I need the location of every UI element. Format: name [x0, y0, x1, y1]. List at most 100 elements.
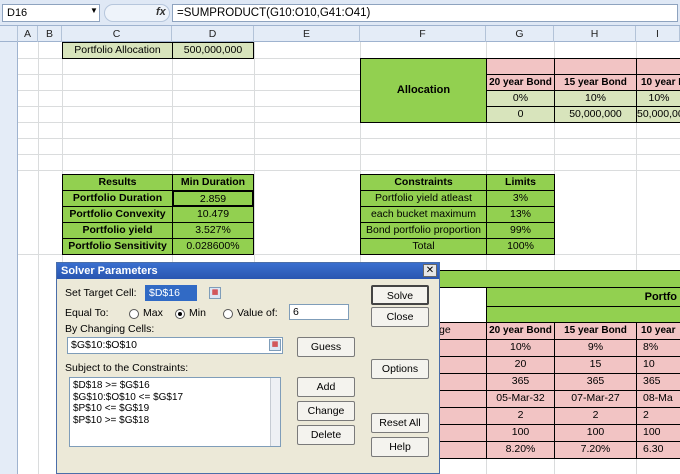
lower-label-fragment[interactable]: ge: [436, 322, 487, 340]
column-header[interactable]: F: [360, 26, 486, 42]
help-button[interactable]: Help: [371, 437, 429, 457]
delete-button[interactable]: Delete: [297, 425, 355, 445]
lower-table-cell[interactable]: 07-Mar-27: [554, 390, 637, 408]
value-of-input[interactable]: 6: [289, 304, 349, 320]
bond-header[interactable]: 15 year Bond: [554, 74, 637, 91]
max-radio[interactable]: [129, 309, 139, 319]
changing-cells-input[interactable]: $G$10:$O$10: [67, 337, 283, 354]
lower-table-cell[interactable]: 365: [554, 373, 637, 391]
result-label[interactable]: Portfolio Duration: [62, 190, 173, 207]
chevron-down-icon[interactable]: ▼: [90, 6, 98, 15]
result-label[interactable]: Portfolio Convexity: [62, 206, 173, 223]
range-picker-icon[interactable]: ▦: [269, 339, 281, 351]
column-header[interactable]: G: [486, 26, 554, 42]
fx-icon[interactable]: fx: [156, 6, 166, 18]
select-all-corner[interactable]: [0, 26, 18, 42]
bond-header-blank[interactable]: [486, 58, 555, 75]
min-duration-header[interactable]: Min Duration: [172, 174, 254, 191]
lower-table-cell[interactable]: 2: [486, 407, 555, 425]
constraints-list[interactable]: $D$18 >= $G$16 $G$10:$O$10 <= $G$17 $P$1…: [69, 377, 281, 447]
portfolio-allocation-label[interactable]: Portfolio Allocation: [62, 42, 173, 59]
name-box[interactable]: D16: [2, 4, 100, 22]
portfolio-top-band[interactable]: [436, 270, 680, 288]
lower-row-label-cell[interactable]: [436, 390, 487, 408]
column-header[interactable]: E: [254, 26, 360, 42]
bond-header[interactable]: 20 year Bond: [486, 74, 555, 91]
set-target-input[interactable]: $D$16: [145, 285, 197, 301]
portfolio-allocation-value[interactable]: 500,000,000: [172, 42, 254, 59]
lower-table-cell[interactable]: 2: [636, 407, 680, 425]
lower-table-cell[interactable]: 100: [486, 424, 555, 442]
result-value-selected[interactable]: 2.859: [172, 190, 254, 207]
column-header[interactable]: H: [554, 26, 636, 42]
lower-table-cell[interactable]: 9%: [554, 339, 637, 357]
reset-all-button[interactable]: Reset All: [371, 413, 429, 433]
column-header[interactable]: B: [38, 26, 62, 42]
lower-table-cell[interactable]: 15: [554, 356, 637, 374]
result-label[interactable]: Portfolio Sensitivity: [62, 238, 173, 255]
lower-table-cell[interactable]: 10%: [486, 339, 555, 357]
bond-header-blank[interactable]: [636, 58, 680, 75]
column-header[interactable]: D: [172, 26, 254, 42]
lower-table-cell[interactable]: 7.20%: [554, 441, 637, 459]
change-button[interactable]: Change: [297, 401, 355, 421]
column-header[interactable]: A: [18, 26, 38, 42]
allocation-pct-cell[interactable]: 0%: [486, 90, 555, 107]
value-of-radio[interactable]: [223, 309, 233, 319]
lower-table-cell[interactable]: 100: [554, 424, 637, 442]
constraint-value[interactable]: 3%: [486, 190, 555, 207]
lower-row-label-cell[interactable]: [436, 424, 487, 442]
limits-header[interactable]: Limits: [486, 174, 555, 191]
add-button[interactable]: Add: [297, 377, 355, 397]
constraint-value[interactable]: 100%: [486, 238, 555, 255]
allocation-amount-cell[interactable]: 50,000,000: [554, 106, 637, 123]
lower-table-cell[interactable]: 100: [636, 424, 680, 442]
allocation-pct-cell[interactable]: 10%: [554, 90, 637, 107]
lower-row-label-cell[interactable]: [436, 373, 487, 391]
lower-table-cell[interactable]: 365: [636, 373, 680, 391]
portfolio-header[interactable]: Portfo: [486, 287, 680, 307]
constraint-label[interactable]: Total: [360, 238, 487, 255]
guess-button[interactable]: Guess: [297, 337, 355, 357]
bond-header[interactable]: 10 year Bond: [636, 74, 680, 91]
constraint-value[interactable]: 99%: [486, 222, 555, 239]
constraint-label[interactable]: each bucket maximum: [360, 206, 487, 223]
lower-bond-header[interactable]: 15 year Bond: [554, 322, 637, 340]
row-header-bar[interactable]: [0, 42, 18, 474]
lower-table-cell[interactable]: 10: [636, 356, 680, 374]
lower-table-cell[interactable]: 2: [554, 407, 637, 425]
constraint-item[interactable]: $D$18 >= $G$16: [73, 380, 277, 392]
column-header[interactable]: I: [636, 26, 680, 42]
column-header[interactable]: C: [62, 26, 172, 42]
lower-table-cell[interactable]: 05-Mar-32: [486, 390, 555, 408]
lower-row-label-cell[interactable]: [436, 407, 487, 425]
close-button[interactable]: Close: [371, 307, 429, 327]
result-value[interactable]: 10.479: [172, 206, 254, 223]
lower-row-label-cell[interactable]: [436, 441, 487, 459]
lower-table-cell[interactable]: 08-Ma: [636, 390, 680, 408]
constraint-item[interactable]: $G$10:$O$10 <= $G$17: [73, 392, 277, 404]
constraint-item[interactable]: $P$10 >= $G$18: [73, 415, 277, 427]
lower-table-cell[interactable]: 365: [486, 373, 555, 391]
lower-bond-header[interactable]: 20 year Bond: [486, 322, 555, 340]
result-value[interactable]: 3.527%: [172, 222, 254, 239]
lower-table-cell[interactable]: 20: [486, 356, 555, 374]
allocation-label[interactable]: Allocation: [360, 58, 487, 123]
lower-bond-header[interactable]: 10 year: [636, 322, 680, 340]
bond-header-blank[interactable]: [554, 58, 637, 75]
allocation-amount-cell[interactable]: 0: [486, 106, 555, 123]
options-button[interactable]: Options: [371, 359, 429, 379]
min-radio[interactable]: [175, 309, 185, 319]
lower-table-cell[interactable]: 6.30: [636, 441, 680, 459]
lower-table-cell[interactable]: 8.20%: [486, 441, 555, 459]
constraint-label[interactable]: Portfolio yield atleast: [360, 190, 487, 207]
allocation-pct-cell[interactable]: 10%: [636, 90, 680, 107]
result-label[interactable]: Portfolio yield: [62, 222, 173, 239]
lower-row-label-cell[interactable]: [436, 356, 487, 374]
results-header[interactable]: Results: [62, 174, 173, 191]
lower-row-label-cell[interactable]: [436, 339, 487, 357]
portfolio-sub-band[interactable]: [486, 306, 680, 323]
solve-button[interactable]: Solve: [371, 285, 429, 305]
formula-input[interactable]: =SUMPRODUCT(G10:O10,G41:O41): [172, 4, 678, 22]
allocation-amount-cell[interactable]: 50,000,000: [636, 106, 680, 123]
